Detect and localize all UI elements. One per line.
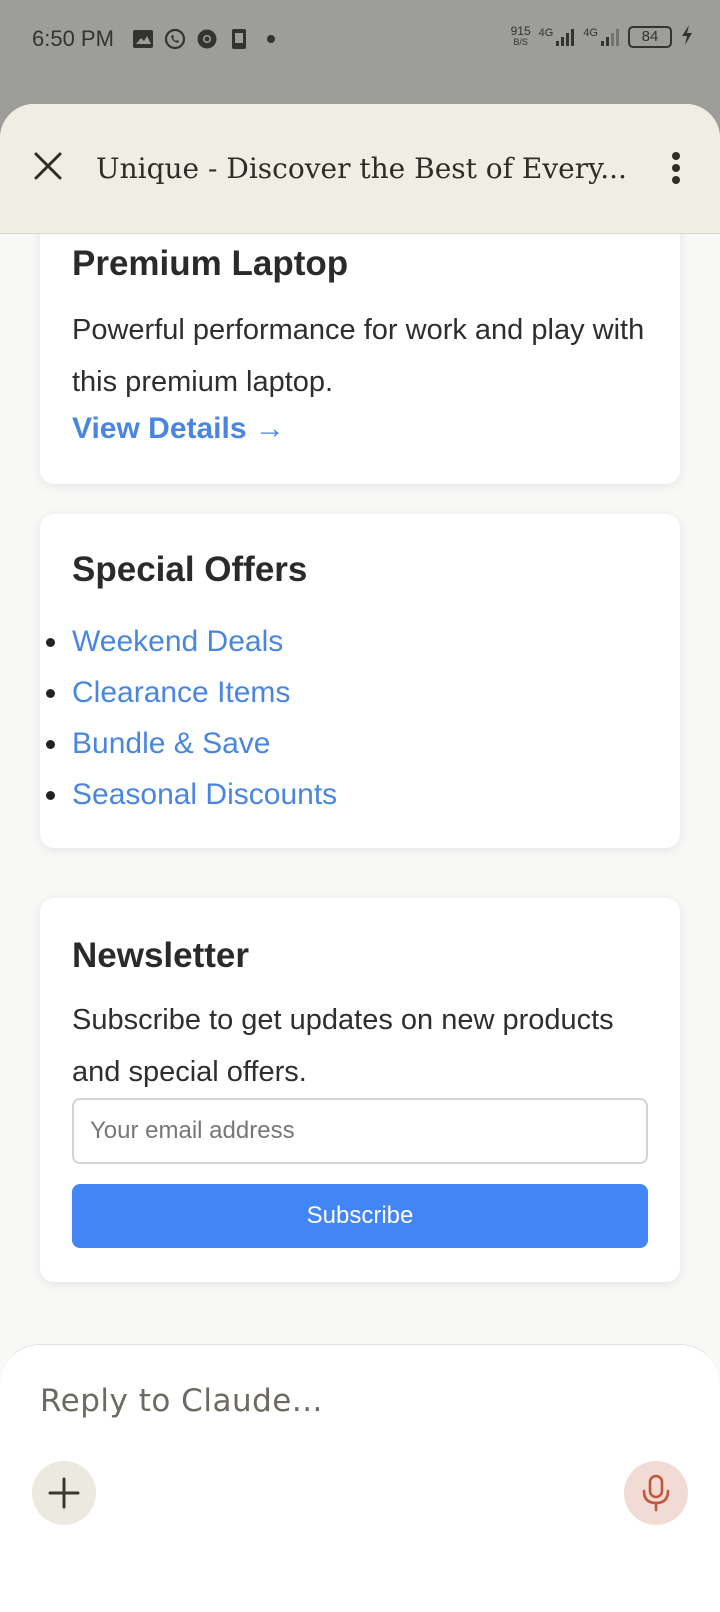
microphone-icon (642, 1474, 670, 1512)
email-field[interactable] (72, 1098, 648, 1164)
dot-icon (260, 28, 282, 50)
status-right-group: 915 B/S 4G 4G 84 (511, 24, 694, 49)
phone-icon (228, 28, 250, 50)
voice-input-button[interactable] (624, 1461, 688, 1525)
close-button[interactable] (28, 146, 68, 186)
list-item[interactable]: Bundle & Save (46, 718, 648, 769)
more-vert-icon (672, 152, 680, 160)
list-item[interactable]: Clearance Items (46, 667, 648, 718)
reply-composer: Reply to Claude... (0, 1344, 720, 1612)
laptop-card: Premium Laptop Powerful performance for … (40, 234, 680, 484)
signal-icon-1: 4G (539, 27, 576, 47)
gallery-icon (132, 28, 154, 50)
page-content[interactable]: Premium Laptop Powerful performance for … (0, 234, 720, 1312)
whatsapp-icon (164, 28, 186, 50)
newsletter-title: Newsletter (72, 936, 250, 975)
signal-icon-2: 4G (583, 27, 620, 47)
offer-link[interactable]: Weekend Deals (72, 625, 283, 658)
chrome-icon (196, 28, 218, 50)
newsletter-description: Subscribe to get updates on new products… (72, 1004, 614, 1088)
status-time: 6:50 PM (32, 26, 114, 51)
net-speed-unit: B/S (513, 36, 528, 47)
sheet-header: Unique - Discover the Best of Every... (0, 104, 720, 234)
view-details-link[interactable]: View Details → (72, 412, 285, 446)
notification-icons (132, 28, 282, 50)
newsletter-card: Newsletter Subscribe to get updates on n… (40, 898, 680, 1282)
close-icon (34, 152, 62, 180)
list-item[interactable]: Seasonal Discounts (46, 769, 648, 820)
laptop-title: Premium Laptop (72, 244, 349, 283)
offer-link[interactable]: Bundle & Save (72, 727, 270, 760)
offer-link[interactable]: Seasonal Discounts (72, 778, 337, 811)
reply-input[interactable]: Reply to Claude... (40, 1383, 323, 1419)
special-offers-card: Special Offers Weekend Deals Clearance I… (40, 514, 680, 848)
more-vert-dot (672, 164, 680, 172)
signal-label-2: 4G (583, 26, 598, 39)
plus-icon (48, 1477, 80, 1509)
offers-list: Weekend Deals Clearance Items Bundle & S… (46, 616, 648, 820)
battery-level: 84 (641, 28, 659, 45)
list-item[interactable]: Weekend Deals (46, 616, 648, 667)
net-speed-value: 915 (510, 23, 531, 38)
add-attachment-button[interactable] (32, 1461, 96, 1525)
more-vert-dot (672, 176, 680, 184)
more-options-button[interactable] (664, 148, 688, 188)
special-offers-title: Special Offers (72, 550, 308, 589)
charging-icon (680, 24, 694, 49)
net-speed: 915 B/S (510, 23, 531, 48)
laptop-description: Powerful performance for work and play w… (72, 314, 645, 398)
battery-icon: 84 (628, 25, 672, 48)
signal-label-1: 4G (538, 26, 554, 39)
page-title: Unique - Discover the Best of Every... (96, 152, 626, 185)
offer-link[interactable]: Clearance Items (72, 676, 290, 709)
subscribe-button[interactable]: Subscribe (72, 1184, 648, 1248)
status-bar: 6:50 PM 915 B/S 4G 4G 84 (0, 0, 720, 82)
browser-sheet: Unique - Discover the Best of Every... P… (0, 104, 720, 1612)
